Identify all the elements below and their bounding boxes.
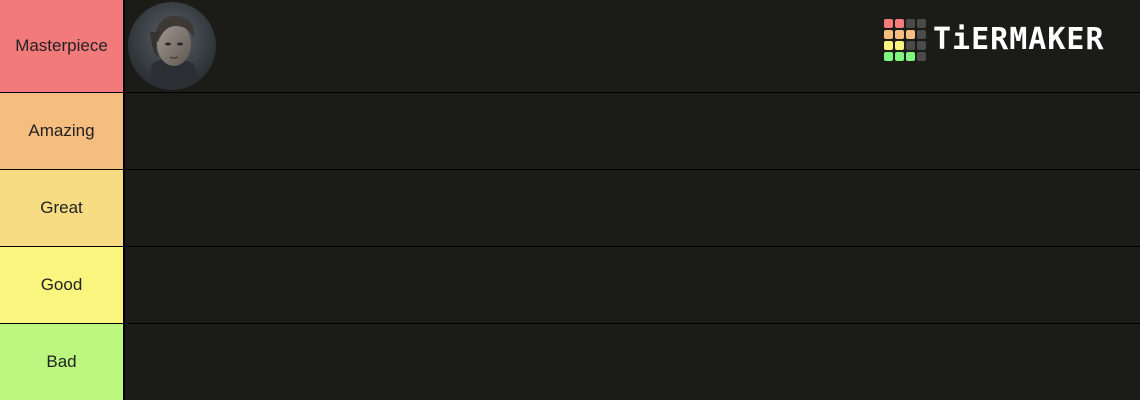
tier-label-good[interactable]: Good (0, 247, 123, 323)
character-portrait[interactable] (128, 2, 216, 90)
logo-grid-cell (884, 19, 893, 28)
logo-grid-cell (906, 41, 915, 50)
tier-row-good: Good (0, 247, 1140, 323)
logo-grid-cell (917, 52, 926, 61)
tier-list: Masterpiece Amazing Great Good Bad TiERM… (0, 0, 1140, 400)
tier-label-masterpiece[interactable]: Masterpiece (0, 0, 123, 92)
tiermaker-grid-icon (884, 19, 926, 61)
tier-items-good[interactable] (125, 247, 1140, 323)
logo-grid-cell (884, 52, 893, 61)
character-portrait-image (128, 2, 216, 90)
tier-items-bad[interactable] (125, 324, 1140, 400)
logo-grid-cell (895, 19, 904, 28)
tier-items-great[interactable] (125, 170, 1140, 246)
tier-row-great: Great (0, 170, 1140, 246)
logo-grid-cell (884, 41, 893, 50)
logo-grid-cell (884, 30, 893, 39)
tier-label-great[interactable]: Great (0, 170, 123, 246)
logo-grid-cell (895, 52, 904, 61)
logo-grid-cell (917, 30, 926, 39)
logo-grid-cell (917, 41, 926, 50)
logo-grid-cell (895, 30, 904, 39)
tiermaker-logo[interactable]: TiERMAKER (884, 19, 1105, 61)
logo-grid-cell (906, 19, 915, 28)
logo-grid-cell (917, 19, 926, 28)
logo-grid-cell (906, 30, 915, 39)
tier-label-amazing[interactable]: Amazing (0, 93, 123, 169)
tier-row-bad: Bad (0, 324, 1140, 400)
tier-label-bad[interactable]: Bad (0, 324, 123, 400)
tiermaker-logo-text: TiERMAKER (933, 22, 1105, 57)
logo-grid-cell (906, 52, 915, 61)
logo-grid-cell (895, 41, 904, 50)
tier-items-amazing[interactable] (125, 93, 1140, 169)
tier-row-amazing: Amazing (0, 93, 1140, 169)
